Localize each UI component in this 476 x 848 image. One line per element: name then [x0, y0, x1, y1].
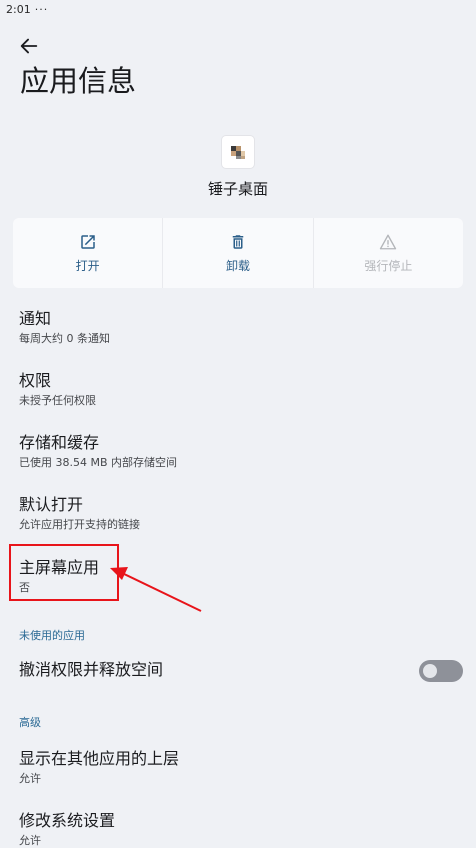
- settings-item-title: 默认打开: [19, 495, 84, 514]
- trash-icon: [232, 234, 244, 249]
- page-title: 应用信息: [20, 64, 137, 98]
- section-header-advanced: 高级: [19, 716, 41, 729]
- settings-item-subtitle: 未授予任何权限: [19, 394, 96, 407]
- annotation-highlight-box: [9, 544, 119, 601]
- action-bar: 打开 卸载 强行停止: [13, 218, 463, 288]
- uninstall-button[interactable]: 卸载: [162, 218, 313, 288]
- settings-item-title: 存储和缓存: [19, 433, 100, 452]
- more-icon: ···: [34, 3, 49, 16]
- settings-item-subtitle: 每周大约 0 条通知: [19, 332, 110, 345]
- settings-item-subtitle: 已使用 38.54 MB 内部存储空间: [19, 456, 178, 469]
- settings-item-title: 权限: [19, 371, 52, 390]
- settings-item-modify-system-settings[interactable]: 修改系统设置 允许: [19, 811, 115, 848]
- settings-item-title: 修改系统设置: [19, 811, 116, 830]
- force-stop-label: 强行停止: [364, 258, 413, 273]
- section-header-unused-apps: 未使用的应用: [19, 629, 85, 642]
- annotation-arrow: [110, 567, 202, 612]
- revoke-permissions-row[interactable]: 撤消权限并释放空间: [19, 660, 463, 682]
- app-name: 锤子桌面: [207, 180, 268, 198]
- toggle-label: 撤消权限并释放空间: [19, 660, 164, 679]
- open-label: 打开: [75, 258, 100, 273]
- settings-item-title: 显示在其他应用的上层: [19, 749, 180, 768]
- back-button[interactable]: [18, 35, 40, 57]
- revoke-permissions-switch[interactable]: [419, 660, 463, 682]
- settings-item-title: 通知: [19, 309, 52, 328]
- settings-item-subtitle: 允许: [19, 772, 41, 785]
- status-bar: 2:01 ···: [6, 3, 48, 16]
- settings-item-open-by-default[interactable]: 默认打开 允许应用打开支持的链接: [19, 495, 140, 532]
- arrow-back-icon: [20, 38, 38, 54]
- open-button[interactable]: 打开: [13, 218, 163, 288]
- settings-item-permissions[interactable]: 权限 未授予任何权限: [19, 371, 96, 408]
- settings-item-storage[interactable]: 存储和缓存 已使用 38.54 MB 内部存储空间: [19, 433, 177, 470]
- settings-item-display-over-apps[interactable]: 显示在其他应用的上层 允许: [19, 749, 179, 786]
- open-external-icon: [80, 234, 95, 249]
- settings-item-subtitle: 允许应用打开支持的链接: [19, 518, 140, 531]
- app-icon: [222, 136, 254, 168]
- switch-knob: [423, 664, 437, 678]
- settings-item-notifications[interactable]: 通知 每周大约 0 条通知: [19, 309, 110, 346]
- force-stop-button[interactable]: 强行停止: [312, 218, 463, 288]
- warning-icon: [380, 234, 397, 249]
- uninstall-label: 卸载: [225, 258, 250, 273]
- status-time: 2:01: [6, 3, 31, 16]
